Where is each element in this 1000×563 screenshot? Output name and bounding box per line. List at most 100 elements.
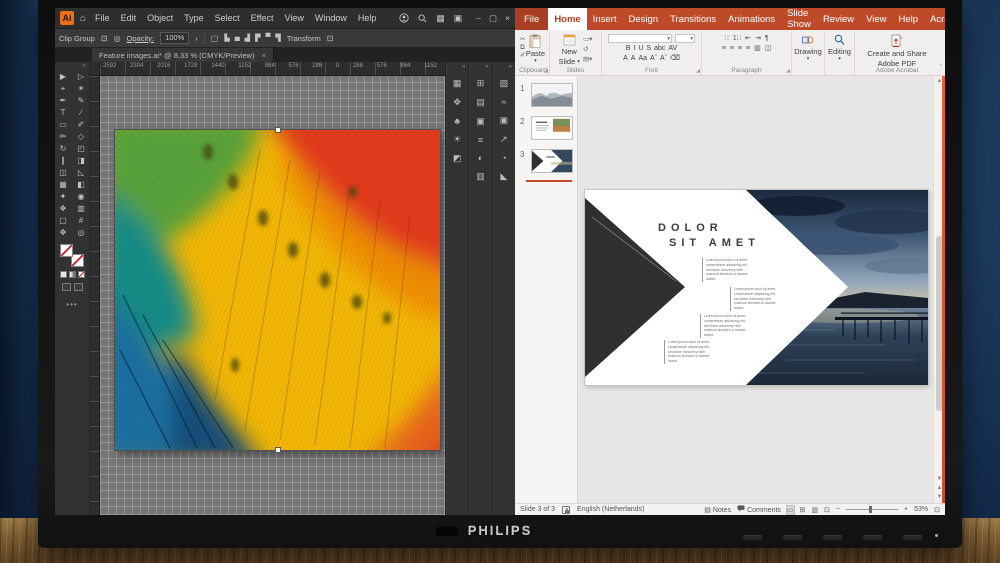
tool-icon[interactable]: ✥: [57, 227, 69, 239]
gradient-button[interactable]: [69, 271, 76, 278]
tab-animations[interactable]: Animations: [722, 8, 781, 30]
align-icon[interactable]: ▀: [265, 34, 270, 42]
panel-icon[interactable]: ▥: [476, 171, 485, 182]
font-button[interactable]: S: [646, 45, 651, 52]
font-button[interactable]: Aa: [638, 55, 647, 62]
paragraph-button[interactable]: ▥: [754, 44, 761, 52]
clipboard-mini-icon[interactable]: ✐: [520, 52, 525, 60]
tool-icon[interactable]: ✏: [57, 131, 69, 143]
transform-label[interactable]: Transform: [287, 34, 321, 43]
tool-icon[interactable]: ▦: [57, 179, 69, 191]
panel-icon[interactable]: ◣: [500, 171, 507, 182]
tool-icon[interactable]: ◺: [75, 167, 87, 179]
font-name-combobox[interactable]: ▾: [608, 34, 672, 43]
dialog-launcher-icon[interactable]: ◢: [786, 68, 790, 74]
dialog-launcher-icon[interactable]: ◢: [696, 68, 700, 74]
font-button[interactable]: ⌫: [670, 54, 680, 62]
tab-home[interactable]: Home: [548, 8, 586, 30]
tab-help[interactable]: Help: [893, 8, 925, 30]
tab-slideshow[interactable]: Slide Show: [781, 8, 817, 30]
tool-icon[interactable]: ↻: [57, 143, 69, 155]
tab-review[interactable]: Review: [817, 8, 860, 30]
tab-view[interactable]: View: [860, 8, 892, 30]
workspace-icon[interactable]: ▣: [454, 13, 463, 24]
anchor-icon[interactable]: ⊡: [101, 34, 108, 43]
thumbnail-row[interactable]: 3: [520, 149, 577, 173]
layout-icon[interactable]: ▭▾: [583, 35, 592, 43]
font-button[interactable]: AV: [668, 45, 677, 52]
none-button[interactable]: [78, 271, 85, 278]
font-button[interactable]: Aˆ: [650, 55, 657, 62]
tool-icon[interactable]: ◇: [75, 131, 87, 143]
monitor-button[interactable]: [823, 535, 842, 540]
font-button[interactable]: A: [631, 55, 636, 62]
reading-view-button[interactable]: ▥: [811, 506, 818, 514]
accessibility-icon[interactable]: [562, 506, 570, 514]
illustrator-canvas[interactable]: [100, 76, 445, 515]
menu-item[interactable]: Edit: [121, 13, 137, 23]
monitor-power-button[interactable]: [903, 535, 922, 540]
panel-icon[interactable]: ≈: [501, 97, 506, 107]
tab-transitions[interactable]: Transitions: [664, 8, 722, 30]
notes-button[interactable]: ▤ Notes: [704, 506, 731, 514]
screen-mode-button[interactable]: [74, 283, 83, 291]
align-icon[interactable]: ▄: [235, 34, 240, 42]
tool-icon[interactable]: ❖: [57, 203, 69, 215]
tool-icon[interactable]: ✦: [57, 191, 69, 203]
color-button[interactable]: [60, 271, 67, 278]
selection-handle-top[interactable]: [276, 128, 280, 132]
clipboard-mini-icon[interactable]: ✂: [520, 36, 525, 44]
panel-icon[interactable]: ⊞: [477, 78, 485, 89]
panel-icon[interactable]: ✥: [453, 97, 461, 108]
tool-icon[interactable]: T: [57, 107, 69, 119]
drawing-button[interactable]: Drawing ▾: [794, 33, 822, 61]
panel-icon[interactable]: ▣: [476, 116, 485, 127]
panel-icon[interactable]: ≡: [478, 135, 483, 145]
section-icon[interactable]: ▤▾: [583, 55, 592, 63]
tool-icon[interactable]: ◎: [75, 227, 87, 239]
panel-icon[interactable]: ↗: [500, 134, 508, 145]
slideshow-view-button[interactable]: ⊡: [824, 506, 830, 514]
panel-icon[interactable]: ▦: [453, 78, 462, 89]
menu-item[interactable]: Type: [184, 13, 204, 23]
panel-icon[interactable]: ◐: [478, 153, 483, 163]
panel-icon[interactable]: ◩: [453, 153, 462, 164]
arrange-documents-icon[interactable]: ▦: [436, 13, 445, 24]
current-slide[interactable]: DOLOR SIT AMET Lorem ipsum dolor sit ame…: [585, 190, 928, 385]
document-setup-icon[interactable]: ▢: [211, 34, 219, 43]
tool-icon[interactable]: ⌖: [57, 83, 69, 95]
tab-acrobat[interactable]: Acrobat: [924, 8, 945, 30]
selection-handle-bottom[interactable]: [276, 448, 280, 452]
slide-editor[interactable]: DOLOR SIT AMET Lorem ipsum dolor sit ame…: [578, 76, 933, 503]
menu-item[interactable]: Object: [147, 13, 173, 23]
panel-icon[interactable]: ▧: [500, 78, 509, 89]
slide-title-line2[interactable]: SIT AMET: [669, 237, 760, 249]
new-slide-button[interactable]: New Slide▾: [559, 33, 580, 66]
menu-item[interactable]: Help: [358, 13, 377, 23]
slide-title-line1[interactable]: DOLOR: [658, 220, 723, 236]
zoom-slider-thumb[interactable]: [869, 506, 872, 513]
slide-3-thumbnail[interactable]: [531, 149, 573, 173]
paragraph-button[interactable]: ◫: [765, 44, 772, 52]
tool-icon[interactable]: ▶: [57, 71, 69, 83]
tool-icon[interactable]: #: [75, 215, 87, 227]
paragraph-button[interactable]: ⇤: [745, 34, 751, 42]
opacity-value[interactable]: 100%: [160, 32, 189, 44]
tool-icon[interactable]: ✒: [57, 95, 69, 107]
tab-insert[interactable]: Insert: [587, 8, 623, 30]
slide-body-text[interactable]: Lorem ipsum dolor sit amet, consectetuer…: [730, 287, 782, 311]
tab-close-icon[interactable]: ×: [262, 51, 266, 60]
menu-item[interactable]: Effect: [251, 13, 274, 23]
tab-design[interactable]: Design: [622, 8, 664, 30]
document-tab[interactable]: Feature images.ai* @ 8,33 % (CMYK/Previe…: [92, 48, 274, 62]
clipboard-mini-icon[interactable]: ⧉: [520, 44, 525, 52]
panel-icon[interactable]: ☀: [453, 134, 461, 145]
slide-body-text[interactable]: Lorem ipsum dolor sit amet, consectetuer…: [702, 258, 754, 282]
collapse-panel-icon[interactable]: «: [83, 63, 89, 69]
tool-icon[interactable]: ▥: [75, 203, 87, 215]
font-button[interactable]: abc: [654, 45, 665, 52]
create-share-pdf-button[interactable]: Create and Share Adobe PDF: [867, 33, 926, 68]
font-button[interactable]: A: [623, 55, 628, 62]
artboard[interactable]: [115, 130, 440, 450]
paragraph-button[interactable]: 1∷: [733, 34, 741, 42]
